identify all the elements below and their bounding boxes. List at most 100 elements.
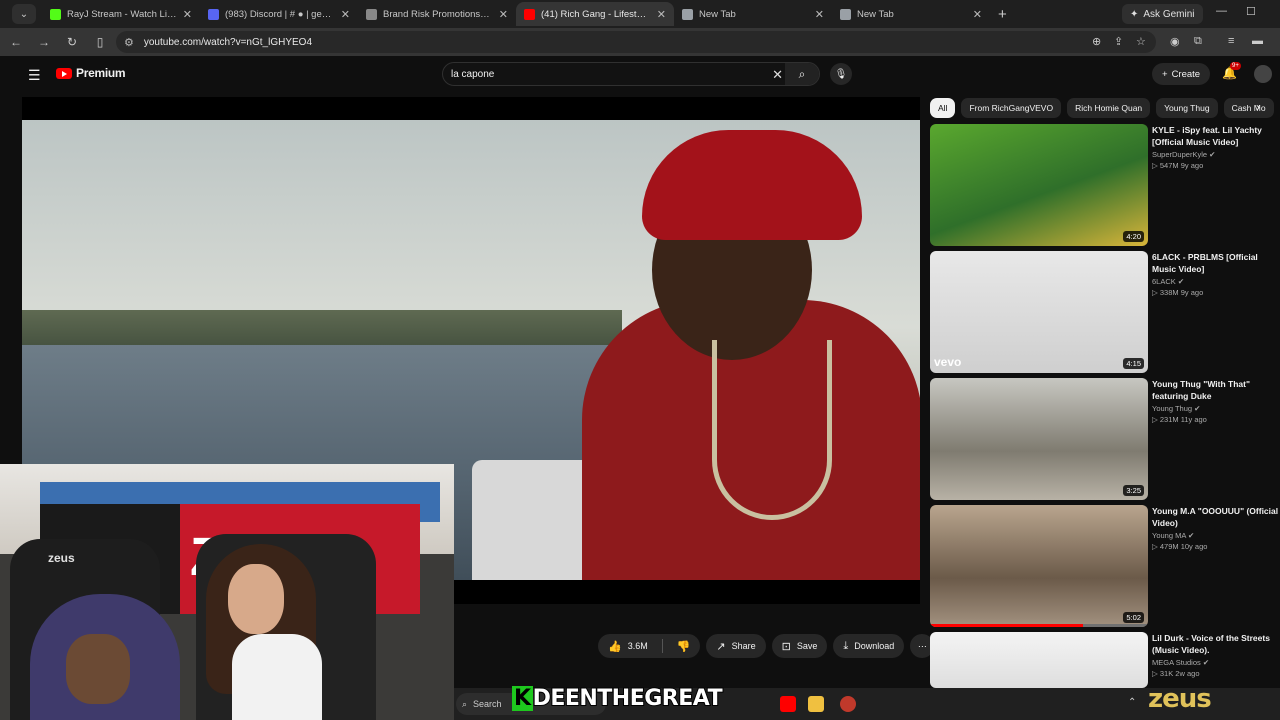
video-stats: ▷ 231M 11y ago — [1152, 415, 1207, 424]
zeus-logo: zeus — [1148, 684, 1212, 714]
filter-chip[interactable]: All — [930, 98, 956, 118]
chevron-right-icon[interactable]: › — [1256, 100, 1260, 114]
back-icon[interactable]: ← — [4, 35, 28, 49]
dislike-icon[interactable]: 👎 — [677, 640, 691, 653]
share-button[interactable]: ↗ Share — [706, 634, 766, 658]
close-tab-icon[interactable]: ✕ — [657, 8, 666, 21]
maximize-icon[interactable]: ☐ — [1246, 5, 1256, 18]
vevo-watermark: vevo — [934, 355, 962, 369]
browser-tab[interactable]: (983) Discord | # ● | general ✕ — [200, 2, 358, 26]
channel-name[interactable]: Young Thug ✔ — [1152, 404, 1280, 413]
video-meta: Young Thug "With That" featuring Duke You… — [1152, 378, 1280, 424]
browser-tab[interactable]: RayJ Stream - Watch Live on Ki ✕ — [42, 2, 200, 26]
close-tab-icon[interactable]: ✕ — [183, 8, 192, 21]
minimize-icon[interactable]: — — [1216, 5, 1227, 17]
video-title[interactable]: Young M.A "OOOUUU" (Official Video) — [1152, 505, 1280, 529]
channel-name[interactable]: Young MA ✔ — [1152, 531, 1280, 540]
search-input[interactable]: la capone ✕ ⌕ — [442, 62, 820, 86]
ask-gemini-button[interactable]: ✦ Ask Gemini — [1122, 4, 1203, 24]
new-tab-button[interactable]: + — [998, 6, 1007, 23]
verified-icon: ✔ — [1209, 150, 1216, 159]
create-label: Create — [1171, 68, 1201, 80]
recommended-video[interactable]: 4:20 KYLE - iSpy feat. Lil Yachty [Offici… — [930, 124, 1280, 246]
tab-favicon-icon — [524, 8, 535, 20]
video-thumbnail[interactable]: 3:25 — [930, 378, 1148, 500]
reload-icon[interactable]: ↻ — [60, 35, 84, 49]
microphone-icon[interactable]: 🎙 — [830, 63, 852, 85]
tab-title: Brand Risk Promotions™ Event — [383, 8, 493, 20]
ask-gemini-label: Ask Gemini — [1143, 8, 1195, 20]
extension-icon[interactable]: ◉ — [1170, 35, 1180, 48]
close-tab-icon[interactable]: ✕ — [499, 8, 508, 21]
install-app-icon[interactable]: ⇪ — [1114, 35, 1123, 48]
tab-favicon-icon — [50, 8, 61, 20]
reading-list-icon[interactable]: ≡ — [1228, 35, 1234, 47]
close-tab-icon[interactable]: ✕ — [341, 8, 350, 21]
filter-chip[interactable]: Young Thug — [1156, 98, 1218, 118]
search-icon[interactable]: ⌕ — [785, 63, 819, 85]
filter-chip[interactable]: Rich Homie Quan — [1067, 98, 1151, 118]
split-view-icon[interactable]: ▯ — [88, 35, 112, 49]
filter-chip[interactable]: From RichGangVEVO — [961, 98, 1062, 118]
file-explorer-icon[interactable] — [808, 696, 824, 712]
video-duration: 4:15 — [1123, 358, 1144, 369]
video-meta: 6LACK - PRBLMS [Official Music Video] 6LA… — [1152, 251, 1280, 297]
tray-chevron-up-icon[interactable]: ⌃ — [1128, 697, 1136, 708]
chrome-app-icon[interactable] — [840, 696, 856, 712]
browser-tab[interactable]: New Tab ✕ — [674, 2, 832, 26]
video-thumbnail[interactable] — [930, 632, 1148, 688]
recommended-video[interactable]: 5:02 Young M.A "OOOUUU" (Official Video) Y… — [930, 505, 1280, 627]
site-info-icon[interactable]: ⚙ — [124, 36, 134, 49]
like-count[interactable]: 3.6M — [628, 641, 648, 651]
download-icon: ⤓ — [843, 639, 849, 652]
more-icon: ⋯ — [917, 640, 927, 651]
zoom-icon[interactable]: ⊕ — [1092, 35, 1101, 48]
menu-icon[interactable]: ☰ — [28, 67, 41, 84]
video-title[interactable]: Lil Durk - Voice of the Streets (Music V… — [1152, 632, 1280, 656]
tab-list: RayJ Stream - Watch Live on Ki✕(983) Dis… — [42, 2, 990, 26]
share-label: Share — [731, 641, 756, 651]
tab-search-button[interactable]: ⌄ — [12, 4, 36, 24]
youtube-logo[interactable]: Premium — [56, 66, 126, 80]
close-tab-icon[interactable]: ✕ — [815, 8, 824, 21]
tab-favicon-icon — [840, 8, 851, 20]
create-button[interactable]: + Create — [1152, 63, 1211, 85]
youtube-app-icon[interactable] — [780, 696, 796, 712]
save-label: Save — [796, 641, 818, 651]
recommended-video[interactable]: vevo 4:15 6LACK - PRBLMS [Official Music V… — [930, 251, 1280, 373]
video-title[interactable]: Young Thug "With That" featuring Duke — [1152, 378, 1280, 402]
bookmark-star-icon[interactable]: ☆ — [1136, 35, 1146, 48]
video-stats: ▷ 479M 10y ago — [1152, 542, 1208, 551]
video-thumbnail[interactable]: 5:02 — [930, 505, 1148, 627]
video-thumbnail[interactable]: vevo 4:15 — [930, 251, 1148, 373]
download-button[interactable]: ⤓ Download — [833, 634, 905, 658]
browser-tab[interactable]: (41) Rich Gang - Lifestyle (✕ — [516, 2, 674, 26]
clear-search-icon[interactable]: ✕ — [772, 67, 783, 83]
filter-chip[interactable]: Cash Mo — [1223, 98, 1274, 118]
overlay-name-text: DEENTHEGREAT — [532, 685, 724, 712]
like-icon[interactable]: 👍 — [608, 640, 622, 653]
channel-name[interactable]: 6LACK ✔ — [1152, 277, 1280, 286]
webcam-overlay: zeus ZEUS zeus — [0, 464, 454, 720]
recommended-video[interactable]: 3:25 Young Thug "With That" featuring Duk… — [930, 378, 1280, 500]
close-tab-icon[interactable]: ✕ — [973, 8, 982, 21]
browser-tab[interactable]: Brand Risk Promotions™ Event ✕ — [358, 2, 516, 26]
tab-title: New Tab — [699, 8, 736, 20]
browser-tab[interactable]: New Tab ✕ — [832, 2, 990, 26]
recommended-video[interactable]: Lil Durk - Voice of the Streets (Music V… — [930, 632, 1280, 688]
channel-name[interactable]: SuperDuperKyle ✔ — [1152, 150, 1280, 159]
verified-icon: ✔ — [1202, 658, 1210, 667]
video-thumbnail[interactable]: 4:20 — [930, 124, 1148, 246]
profile-icon[interactable]: ▬ — [1252, 35, 1263, 47]
video-title[interactable]: KYLE - iSpy feat. Lil Yachty [Official M… — [1152, 124, 1280, 148]
extensions-puzzle-icon[interactable]: ⧉ — [1194, 35, 1202, 48]
address-bar[interactable]: ⚙ youtube.com/watch?v=nGt_lGHYEO4 — [116, 31, 1156, 53]
video-title[interactable]: 6LACK - PRBLMS [Official Music Video] — [1152, 251, 1280, 275]
avatar[interactable] — [1254, 65, 1272, 83]
video-meta: Young M.A "OOOUUU" (Official Video) Young… — [1152, 505, 1280, 551]
save-button[interactable]: ⊡ Save — [771, 634, 828, 658]
channel-name[interactable]: MEGA Studios ✔ — [1152, 658, 1280, 667]
video-meta: Lil Durk - Voice of the Streets (Music V… — [1152, 632, 1280, 678]
notifications-icon[interactable]: 🔔 9+ — [1222, 62, 1241, 80]
forward-icon[interactable]: → — [32, 35, 56, 49]
